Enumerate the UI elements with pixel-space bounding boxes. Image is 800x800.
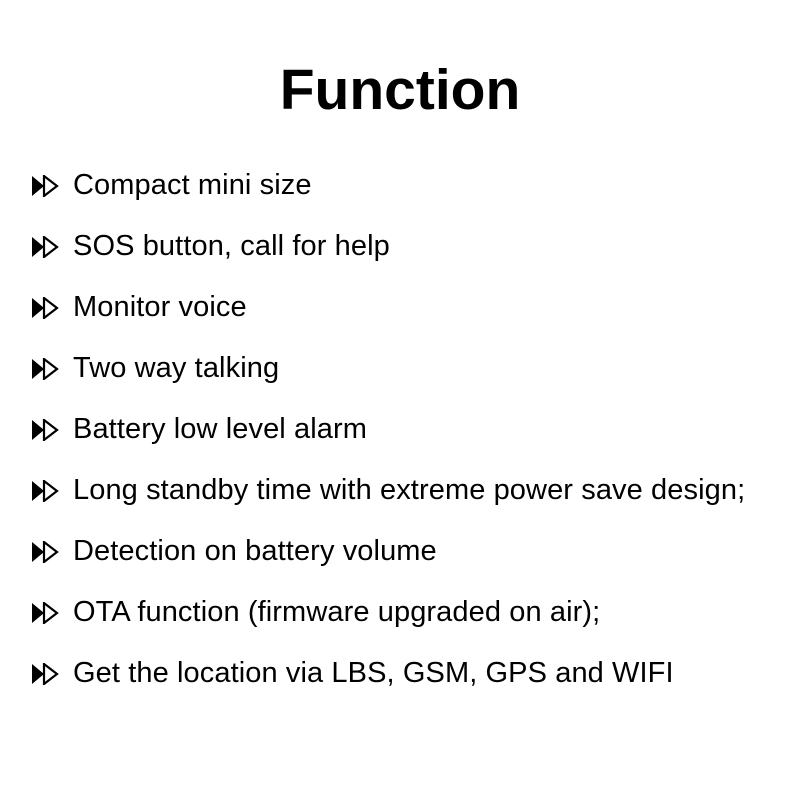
list-item: Two way talking — [0, 338, 800, 399]
feature-list: Compact mini size SOS button, call for h… — [0, 155, 800, 704]
list-item-label: Detection on battery volume — [73, 535, 437, 568]
double-triangle-bullet-icon — [31, 479, 59, 502]
list-item: Get the location via LBS, GSM, GPS and W… — [0, 643, 800, 704]
double-triangle-bullet-icon — [31, 662, 59, 685]
double-triangle-bullet-icon — [31, 540, 59, 563]
list-item: OTA function (firmware upgraded on air); — [0, 582, 800, 643]
double-triangle-bullet-icon — [31, 235, 59, 258]
list-item-label: Compact mini size — [73, 169, 312, 202]
list-item-label: Two way talking — [73, 352, 280, 385]
double-triangle-bullet-icon — [31, 357, 59, 380]
list-item-label: OTA function (firmware upgraded on air); — [73, 596, 601, 629]
list-item: SOS button, call for help — [0, 216, 800, 277]
list-item: Compact mini size — [0, 155, 800, 216]
list-item-label: Long standby time with extreme power sav… — [73, 474, 746, 507]
double-triangle-bullet-icon — [31, 296, 59, 319]
double-triangle-bullet-icon — [31, 418, 59, 441]
page-title: Function — [279, 58, 521, 122]
list-item-label: SOS button, call for help — [73, 230, 390, 263]
list-item: Monitor voice — [0, 277, 800, 338]
list-item: Battery low level alarm — [0, 399, 800, 460]
double-triangle-bullet-icon — [31, 601, 59, 624]
double-triangle-bullet-icon — [31, 174, 59, 197]
list-item: Detection on battery volume — [0, 521, 800, 582]
list-item-label: Battery low level alarm — [73, 413, 368, 446]
list-item-label: Monitor voice — [73, 291, 247, 324]
list-item-label: Get the location via LBS, GSM, GPS and W… — [73, 657, 674, 690]
slide-canvas: Function Compact mini size SOS button, c… — [0, 0, 800, 800]
list-item: Long standby time with extreme power sav… — [0, 460, 800, 521]
